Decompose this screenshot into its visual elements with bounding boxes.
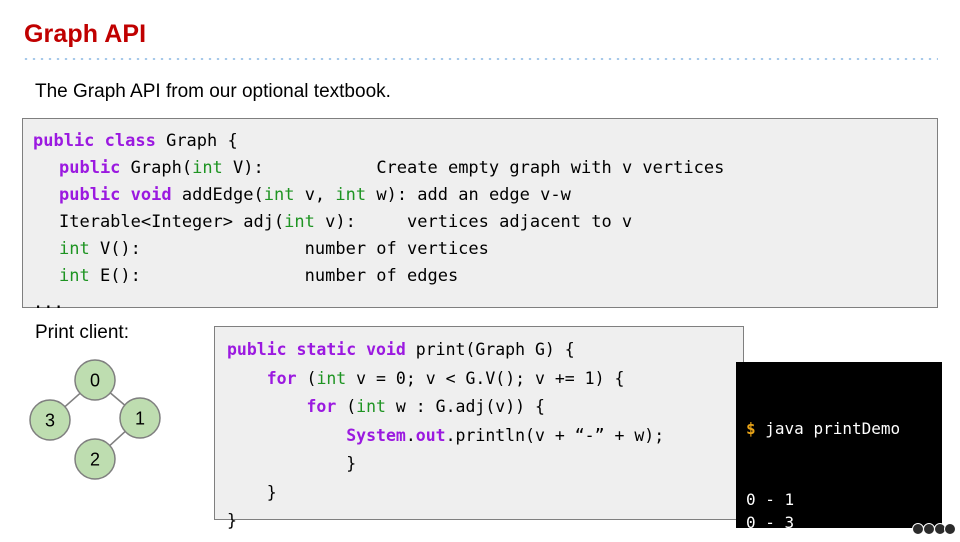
terminal-command-line: $ java printDemo	[746, 417, 942, 441]
code-token: int	[335, 185, 367, 205]
print-client-code-block: public static void print(Graph G) { for …	[214, 326, 744, 530]
graph-edge	[109, 430, 126, 447]
code-token: (	[336, 397, 357, 416]
code-token: ...	[33, 293, 64, 313]
code-token: void	[366, 340, 416, 359]
code-line: int E(): number of edges	[23, 263, 937, 290]
code-line: public class Graph {	[23, 128, 937, 155]
print-client-label: Print client:	[35, 322, 129, 343]
code-token: out	[415, 425, 446, 445]
graph-node-label: 2	[90, 450, 100, 470]
code-token: System	[346, 425, 406, 445]
code-token: print(Graph G) {	[415, 340, 575, 359]
graph-nodes: 0 3 1 2	[29, 359, 161, 480]
graph-diagram: 0 3 1 2	[18, 352, 178, 492]
code-token: int	[59, 266, 90, 286]
graph-edges	[64, 392, 126, 447]
code-token: for	[266, 368, 297, 388]
graph-node-label: 0	[90, 371, 100, 391]
code-token: .	[405, 425, 416, 445]
graph-node-label: 3	[45, 411, 55, 431]
code-token: }	[227, 454, 357, 473]
terminal-command: java printDemo	[765, 419, 901, 438]
code-token: int	[59, 239, 90, 259]
code-token: V): Create empty graph with v vertices	[222, 158, 725, 178]
code-token: int	[356, 397, 386, 416]
code-token: Iterable<Integer> adj(	[59, 212, 285, 232]
code-line: for (int v = 0; v < G.V(); v += 1) {	[227, 365, 743, 394]
graph-node-label: 1	[135, 409, 145, 429]
code-token: int	[192, 158, 223, 178]
code-line: public Graph(int V): Create empty graph …	[23, 155, 937, 182]
code-line: }	[227, 479, 743, 508]
code-line: }	[227, 507, 743, 536]
graph-diagram-svg: 0 3 1 2	[29, 359, 161, 480]
code-line: public void addEdge(int v, int w): add a…	[23, 182, 937, 209]
code-token: E(): number of edges	[89, 266, 459, 286]
code-line: System.out.println(v + “-” + w);	[227, 422, 743, 451]
code-token: V(): number of vertices	[89, 239, 489, 259]
creative-commons-badge-icon	[912, 521, 956, 537]
code-line: }	[227, 450, 743, 479]
terminal-output-line: 0 - 1	[746, 489, 795, 509]
code-token: v,	[294, 185, 336, 205]
code-token: static	[296, 340, 367, 359]
code-token: public	[227, 340, 297, 359]
code-token: public	[33, 131, 105, 151]
code-token: (	[296, 368, 317, 388]
code-token: public	[59, 185, 131, 205]
code-token: w : G.adj(v)) {	[385, 397, 545, 416]
page-title: Graph API	[24, 20, 147, 48]
code-token: Graph {	[166, 131, 238, 151]
code-line: public static void print(Graph G) {	[227, 336, 743, 365]
code-token: addEdge(	[181, 185, 264, 205]
graph-edge	[64, 392, 81, 408]
title-divider	[22, 56, 938, 60]
graph-edge	[109, 392, 126, 406]
code-token: .println(v + “-” + w);	[445, 425, 665, 445]
prompt-symbol: $	[746, 419, 756, 438]
code-token: v): vertices adjacent to v	[314, 212, 633, 232]
terminal-output-panel: $ java printDemo 0 - 10 - 31 - 01 - 22 -…	[736, 362, 942, 528]
code-token: Graph(	[130, 158, 193, 178]
code-line: int V(): number of vertices	[23, 236, 937, 263]
cc-badge-svg	[912, 523, 956, 535]
code-line: for (int w : G.adj(v)) {	[227, 393, 743, 422]
code-token: int	[316, 368, 347, 388]
code-token: void	[130, 185, 182, 205]
code-line: Iterable<Integer> adj(int v): vertices a…	[23, 209, 937, 236]
code-token: public	[59, 158, 131, 178]
code-token: w): add an edge v-w	[366, 185, 571, 205]
intro-text: The Graph API from our optional textbook…	[35, 81, 391, 102]
code-token: int	[284, 212, 315, 232]
code-token: v = 0; v < G.V(); v += 1) {	[346, 368, 625, 388]
code-token: for	[306, 397, 337, 416]
code-token: }	[227, 482, 277, 502]
code-token: class	[104, 131, 167, 151]
code-line: ...	[23, 290, 937, 317]
code-token: int	[263, 185, 295, 205]
graph-api-code-block: public class Graph {public Graph(int V):…	[22, 118, 938, 313]
code-token: }	[227, 511, 237, 530]
